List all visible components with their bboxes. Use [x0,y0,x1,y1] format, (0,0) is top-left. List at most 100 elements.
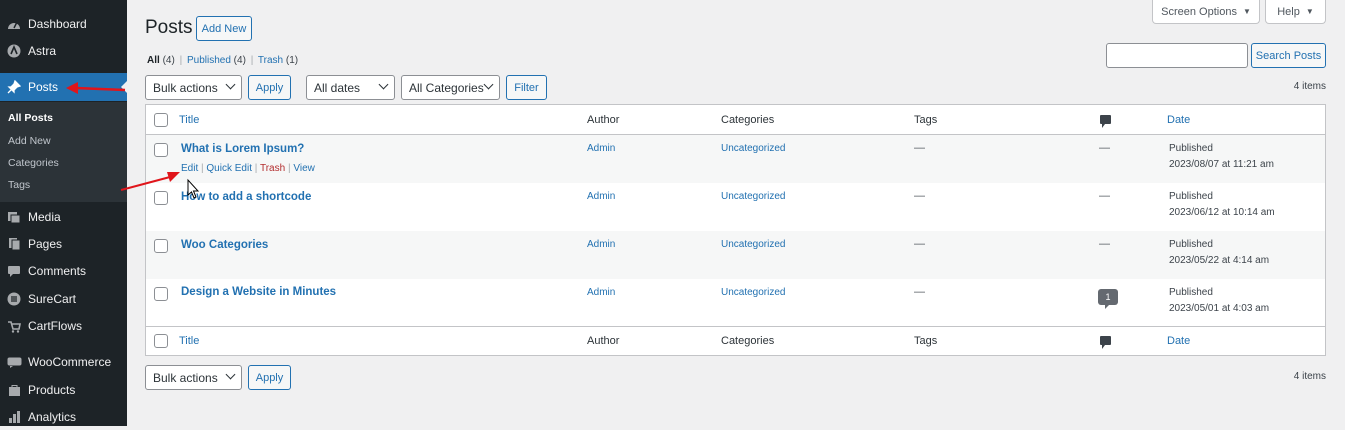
submenu-tags[interactable]: Tags [8,179,30,191]
table-row: How to add a shortcode Admin Uncategoriz… [146,183,1325,231]
sidebar-label: CartFlows [28,319,83,333]
action-separator: | [201,163,204,174]
cartflows-icon [0,320,28,333]
table-row: What is Lorem Ipsum? Edit | Quick Edit |… [146,135,1325,183]
sidebar-item-comments[interactable]: Comments [0,258,127,284]
table-header-row: Title Author Categories Tags Date [146,105,1325,135]
post-category-link[interactable]: Uncategorized [721,191,785,202]
chevron-down-icon [225,79,236,90]
post-author-link[interactable]: Admin [587,239,615,250]
edit-link[interactable]: Edit [181,163,198,174]
sidebar-label: Analytics [28,410,77,424]
column-author-footer: Author [587,335,620,347]
column-tags-footer: Tags [914,335,938,347]
post-status: Published [1169,143,1213,154]
submenu-add-new[interactable]: Add New [8,135,51,147]
filter-trash[interactable]: Trash [258,55,283,66]
filter-button[interactable]: Filter [506,75,547,100]
sidebar-label: Astra [28,44,57,58]
post-comments: — [1099,190,1110,202]
pin-icon [0,80,28,94]
post-date: 2023/08/07 at 11:21 am [1169,159,1274,170]
post-date: 2023/05/22 at 4:14 am [1169,255,1270,266]
sidebar-item-cartflows[interactable]: CartFlows [0,313,127,339]
sidebar-item-dashboard[interactable]: Dashboard [0,11,127,37]
chevron-down-icon [225,369,236,380]
add-new-button[interactable]: Add New [196,16,252,41]
row-checkbox[interactable] [154,239,168,253]
post-comments: — [1099,142,1110,154]
bulk-actions-select[interactable]: Bulk actions [145,75,242,100]
table-row: Design a Website in Minutes Admin Uncate… [146,279,1325,327]
sidebar-label: Comments [28,264,87,278]
table-footer-row: Title Author Categories Tags Date [146,327,1325,355]
post-title-link[interactable]: How to add a shortcode [181,191,311,203]
post-author-link[interactable]: Admin [587,287,615,298]
column-title-footer[interactable]: Title [179,335,199,347]
sidebar-item-pages[interactable]: Pages [0,231,127,257]
media-icon [0,211,28,224]
dates-filter-select[interactable]: All dates [306,75,395,100]
post-author-link[interactable]: Admin [587,143,615,154]
sidebar-item-analytics[interactable]: Analytics [0,404,127,430]
bulk-apply-button-bottom[interactable]: Apply [248,365,291,390]
bulk-actions-select-bottom[interactable]: Bulk actions [145,365,242,390]
post-title-link[interactable]: Woo Categories [181,239,268,251]
trash-link[interactable]: Trash [260,163,285,174]
sidebar-label: Pages [28,237,63,251]
column-title-header[interactable]: Title [179,114,199,126]
post-tags: — [914,142,925,154]
category-filter-select[interactable]: All Categories [401,75,500,100]
post-category-link[interactable]: Uncategorized [721,143,785,154]
bulk-apply-button[interactable]: Apply [248,75,291,100]
row-checkbox[interactable] [154,287,168,301]
view-link[interactable]: View [293,163,315,174]
post-category-link[interactable]: Uncategorized [721,239,785,250]
column-date-header[interactable]: Date [1167,114,1190,126]
sidebar-item-astra[interactable]: Astra [0,38,127,64]
submenu-categories[interactable]: Categories [8,157,59,169]
post-category-link[interactable]: Uncategorized [721,287,785,298]
comments-column-icon[interactable] [1100,336,1111,349]
post-author-link[interactable]: Admin [587,191,615,202]
dashboard-icon [0,18,28,30]
row-actions: Edit | Quick Edit | Trash | View [181,163,315,174]
chevron-down-icon [378,79,389,90]
post-tags: — [914,238,925,250]
astra-icon [0,44,28,58]
post-title-link[interactable]: Design a Website in Minutes [181,286,336,298]
select-all-checkbox[interactable] [154,334,168,348]
post-date: 2023/05/01 at 4:03 am [1169,303,1270,314]
comments-column-icon[interactable] [1100,115,1111,128]
quick-edit-link[interactable]: Quick Edit [206,163,252,174]
sidebar-item-media[interactable]: Media [0,204,127,230]
column-categories-header: Categories [721,114,775,126]
table-row: Woo Categories Admin Uncategorized — — P… [146,231,1325,279]
search-posts-button[interactable]: Search Posts [1251,43,1326,68]
post-status: Published [1169,239,1213,250]
sidebar-item-surecart[interactable]: SureCart [0,286,127,312]
filter-all-count: (4) [162,55,175,66]
filter-all[interactable]: All [147,55,160,66]
column-date-footer[interactable]: Date [1167,335,1190,347]
submenu-all-posts[interactable]: All Posts [8,112,53,124]
bulk-actions-value: Bulk actions [153,80,218,95]
action-separator: | [254,163,258,174]
filter-separator: | [179,55,183,66]
help-button[interactable]: Help ▼ [1265,0,1326,24]
sidebar-item-woocommerce[interactable]: WooCommerce [0,349,127,375]
posts-table: Title Author Categories Tags Date What i… [145,104,1326,356]
sidebar-item-products[interactable]: Products [0,377,127,403]
row-checkbox[interactable] [154,143,168,157]
post-title-link[interactable]: What is Lorem Ipsum? [181,143,304,155]
sidebar-item-posts[interactable]: Posts [0,73,127,101]
dates-filter-value: All dates [314,80,361,95]
search-input[interactable] [1106,43,1248,68]
row-checkbox[interactable] [154,191,168,205]
sidebar-label: Media [28,210,61,224]
filter-published[interactable]: Published [187,55,231,66]
screen-options-button[interactable]: Screen Options ▼ [1152,0,1260,24]
comment-count-bubble[interactable]: 1 [1098,289,1118,309]
select-all-checkbox[interactable] [154,113,168,127]
pages-icon [0,237,28,251]
